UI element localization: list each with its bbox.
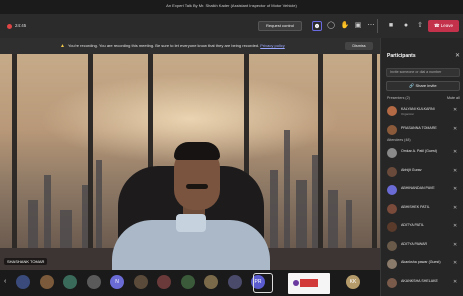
meeting-toolbar: 24:45 Request control ☻ ◯ ✋ ▣ ⋯ ■ ● ⇧ ☎ … (0, 14, 463, 38)
dismiss-button[interactable]: Dismiss (345, 42, 373, 50)
raise-hand-icon[interactable]: ✋ (340, 21, 350, 31)
mic-off-icon: ✕ (453, 278, 458, 285)
participant-row[interactable]: ABHISHEK PATIL ✕ (385, 202, 461, 216)
mic-off-icon: ✕ (453, 204, 458, 211)
speaker-collar (176, 214, 206, 232)
gallery-selected-frame (253, 273, 273, 293)
meeting-timer: 24:45 (15, 23, 27, 28)
mic-off-icon: ✕ (453, 125, 458, 132)
gallery-avatar[interactable] (39, 275, 54, 289)
avatar (387, 148, 397, 158)
participant-row[interactable]: ADITYA PATIL ✕ (385, 220, 461, 234)
window-frame (318, 54, 323, 270)
participant-name: ABHINANDAN PAVE (401, 186, 435, 190)
recording-banner: ▲ You're recording. You are recording thi… (0, 38, 380, 54)
banner-text: You're recording. You are recording this… (67, 43, 260, 48)
gallery-avatar[interactable] (204, 275, 218, 289)
share-invite-label: Share invite (415, 83, 437, 88)
avatar (387, 259, 397, 269)
mic-off-icon: ✕ (453, 167, 458, 174)
window-frame (12, 54, 17, 270)
gallery-avatar[interactable] (227, 275, 242, 289)
leave-label: Leave (440, 23, 454, 28)
gallery-avatar[interactable]: KK (346, 275, 360, 289)
invite-input[interactable]: Invite someone or dial a number (386, 68, 460, 77)
avatar (387, 124, 397, 135)
speaker-name-tag: SHASHANK TOMAR (4, 258, 48, 265)
title-bar: An Expert Talk By Mr. Shaikh Kader (Assi… (0, 0, 463, 14)
mic-off-icon: ✕ (453, 186, 458, 192)
avatar (387, 222, 397, 232)
toolbar-divider (377, 19, 378, 33)
avatar (387, 240, 397, 251)
microphone-icon[interactable]: ● (401, 21, 411, 31)
slide-logo (293, 280, 299, 286)
participant-gallery: ‹ N PR KK (0, 270, 380, 296)
participant-row[interactable]: Abhijit Gurav ✕ (385, 165, 461, 179)
participant-row[interactable]: ABHINANDAN PAVE ✕ (385, 183, 461, 197)
mute-all-button[interactable]: Mute all (447, 96, 460, 100)
participant-name: Akanksha pawar (Guest) (401, 260, 441, 264)
gallery-avatar[interactable] (86, 275, 101, 289)
gallery-avatar[interactable] (133, 275, 148, 289)
view-icon[interactable]: ▣ (353, 21, 363, 31)
avatar (387, 166, 397, 177)
participant-role: Organizer (401, 112, 415, 116)
participant-name: KALYANI KULKARNI (401, 107, 435, 111)
window-frame (372, 54, 377, 270)
slide-banner (300, 279, 318, 287)
mic-off-icon: ✕ (453, 107, 458, 113)
participant-row[interactable]: ADITYA PAWAR ✕ (385, 239, 461, 253)
banner-message: ▲ You're recording. You are recording thi… (60, 43, 285, 49)
participant-name: ADITYA PATIL (401, 223, 424, 227)
mic-off-icon: ✕ (453, 223, 458, 229)
avatar (387, 203, 397, 214)
gallery-avatar[interactable] (63, 275, 77, 289)
attendees-heading[interactable]: Attendees (48) (387, 138, 411, 142)
participant-row[interactable]: AKANKSHA SHELAKE ✕ (385, 276, 461, 290)
chat-icon[interactable]: ◯ (326, 21, 336, 31)
main-video: SHASHANK TOMAR (0, 54, 380, 270)
gallery-avatar[interactable] (16, 275, 30, 289)
avatar (387, 106, 397, 116)
recording-icon (7, 24, 12, 29)
mic-off-icon: ✕ (453, 241, 458, 248)
mic-off-icon: ✕ (453, 149, 458, 155)
participant-name: PRASANNA TOMARE (401, 125, 437, 130)
participants-panel: Participants ✕ Invite someone or dial a … (380, 38, 463, 296)
close-icon[interactable]: ✕ (455, 52, 460, 59)
request-control-button[interactable]: Request control (258, 21, 302, 31)
participant-name: Omkar A. Patil (Guest) (401, 149, 437, 153)
participant-name: Abhijit Gurav (401, 167, 422, 172)
people-icon[interactable]: ☻ (312, 21, 322, 31)
participant-name: AKANKSHA SHELAKE (401, 278, 438, 283)
leave-button[interactable]: ☎ Leave (428, 20, 459, 32)
shared-slide-thumbnail[interactable] (288, 273, 330, 294)
panel-title: Participants (387, 53, 416, 59)
more-options-icon[interactable]: ⋯ (366, 21, 376, 31)
gallery-avatar[interactable] (180, 275, 195, 289)
speaker-mustache (186, 184, 208, 189)
presenters-heading[interactable]: Presenters (2) (387, 96, 410, 100)
warning-icon: ▲ (60, 43, 65, 49)
mic-off-icon: ✕ (453, 260, 458, 266)
privacy-policy-link[interactable]: Privacy policy (260, 43, 284, 48)
participant-row[interactable]: KALYANI KULKARNI Organizer ✕ (385, 104, 461, 118)
participant-row[interactable]: Omkar A. Patil (Guest) ✕ (385, 146, 461, 160)
avatar (387, 277, 397, 288)
camera-off-icon[interactable]: ■ (386, 21, 396, 31)
gallery-avatar[interactable] (157, 275, 171, 289)
participant-row[interactable]: Akanksha pawar (Guest) ✕ (385, 257, 461, 271)
window-frame (88, 54, 93, 270)
participant-name: ADITYA PAWAR (401, 241, 428, 246)
window-title: An Expert Talk By Mr. Shaikh Kader (Assi… (166, 3, 297, 8)
gallery-avatar[interactable]: N (110, 275, 124, 289)
participant-row[interactable]: PRASANNA TOMARE ✕ (385, 123, 461, 137)
share-invite-button[interactable]: 🔗 Share invite (386, 81, 460, 91)
speaker-hair (174, 142, 220, 160)
share-screen-icon[interactable]: ⇧ (415, 21, 425, 31)
avatar (387, 185, 397, 195)
participant-name: ABHISHEK PATIL (401, 204, 430, 209)
chevron-left-icon[interactable]: ‹ (4, 278, 6, 285)
